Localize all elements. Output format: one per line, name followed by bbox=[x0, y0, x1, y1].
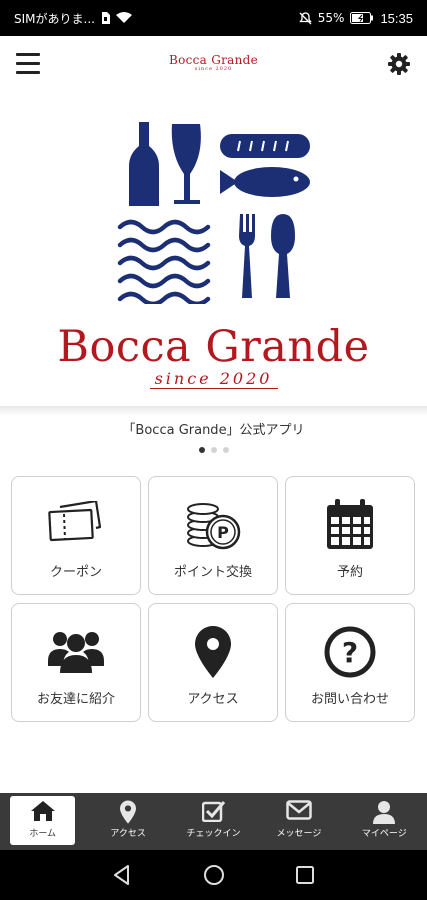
recents-square-icon[interactable] bbox=[293, 863, 317, 887]
tab-access[interactable]: アクセス bbox=[85, 793, 170, 850]
menu-tile-access[interactable]: アクセス bbox=[148, 603, 278, 722]
clock: 15:35 bbox=[380, 10, 413, 26]
home-icon bbox=[30, 801, 55, 821]
user-icon bbox=[373, 801, 396, 824]
question-icon: ? bbox=[324, 626, 376, 678]
bottle-icon bbox=[129, 122, 159, 206]
menu-tile-label: アクセス bbox=[187, 692, 239, 707]
battery-percent: 55% bbox=[317, 11, 345, 25]
svg-text:?: ? bbox=[342, 636, 358, 669]
tab-label: アクセス bbox=[110, 829, 146, 839]
bottom-tab-bar: ホーム アクセス チェックイン メッセージ マイページ bbox=[0, 793, 427, 850]
hero-divider bbox=[150, 388, 278, 389]
header-logo-subtitle: since 2020 bbox=[194, 66, 233, 72]
carousel-pager[interactable] bbox=[0, 447, 427, 453]
carrier-text: SIMがありま... bbox=[14, 11, 95, 26]
sim-icon bbox=[101, 12, 110, 24]
menu-tile-label: クーポン bbox=[49, 565, 102, 580]
checkbox-icon bbox=[201, 801, 225, 822]
app-header: Bocca Grande since 2020 bbox=[0, 36, 427, 94]
menu-tile-points[interactable]: P ポイント交換 bbox=[148, 476, 278, 595]
menu-tile-contact[interactable]: ? お問い合わせ bbox=[285, 603, 415, 722]
battery-icon bbox=[350, 12, 374, 24]
mute-icon bbox=[298, 11, 312, 25]
map-pin-icon bbox=[120, 800, 137, 824]
spoon-icon bbox=[271, 214, 295, 298]
hero-banner[interactable]: Bocca Grande since 2020 bbox=[0, 94, 427, 412]
fish-icon bbox=[220, 167, 310, 197]
tab-label: チェックイン bbox=[186, 829, 241, 839]
tab-home[interactable]: ホーム bbox=[0, 793, 85, 850]
header-logo-title: Bocca Grande bbox=[168, 53, 259, 67]
pager-dot[interactable] bbox=[198, 447, 205, 453]
map-pin-icon bbox=[195, 626, 231, 678]
menu-tile-reservation[interactable]: 予約 bbox=[285, 476, 415, 595]
users-icon bbox=[48, 632, 104, 673]
wifi-icon bbox=[115, 12, 132, 24]
wine-glass-icon bbox=[171, 124, 201, 204]
carousel-caption: 「Bocca Grande」公式アプリ bbox=[122, 423, 305, 438]
hero-shadow bbox=[0, 406, 427, 416]
header-logo: Bocca Grande since 2020 bbox=[0, 53, 427, 72]
bread-icon bbox=[220, 134, 310, 158]
hero-since-text: since 2020 bbox=[154, 369, 273, 388]
home-circle-icon[interactable] bbox=[202, 863, 226, 887]
menu-tile-label: ポイント交換 bbox=[173, 565, 252, 580]
tab-label: マイページ bbox=[361, 829, 407, 839]
coins-icon: P bbox=[187, 503, 241, 550]
menu-tile-invite[interactable]: お友達に紹介 bbox=[11, 603, 141, 722]
calendar-icon bbox=[327, 499, 373, 549]
gear-icon[interactable] bbox=[387, 52, 411, 76]
ticket-icon bbox=[48, 501, 102, 542]
menu-tile-label: 予約 bbox=[336, 565, 363, 580]
hero-brand-title: Bocca Grande bbox=[57, 322, 370, 372]
system-navigation-bar bbox=[0, 850, 427, 900]
pager-dot[interactable] bbox=[210, 447, 217, 453]
menu-tile-label: お問い合わせ bbox=[310, 692, 389, 707]
menu-tile-label: お友達に紹介 bbox=[36, 692, 115, 707]
hero-illustration bbox=[117, 122, 310, 304]
pager-dot[interactable] bbox=[222, 447, 229, 453]
tab-mypage[interactable]: マイページ bbox=[342, 793, 427, 850]
tab-label: ホーム bbox=[29, 829, 57, 839]
status-bar: SIMがありま... 55% 15:35 bbox=[0, 0, 427, 36]
tab-checkin[interactable]: チェックイン bbox=[171, 793, 256, 850]
menu-grid: クーポン P ポイント交換 予約 お友達に紹介 アクセス ? お問い合わせ bbox=[11, 476, 416, 722]
fork-icon bbox=[239, 214, 255, 298]
menu-tile-coupon[interactable]: クーポン bbox=[11, 476, 141, 595]
tab-label: メッセージ bbox=[276, 829, 322, 839]
svg-text:P: P bbox=[217, 523, 229, 542]
back-triangle-icon[interactable] bbox=[110, 863, 134, 887]
mail-icon bbox=[286, 800, 312, 820]
waves-icon bbox=[117, 219, 211, 304]
tab-messages[interactable]: メッセージ bbox=[256, 793, 341, 850]
